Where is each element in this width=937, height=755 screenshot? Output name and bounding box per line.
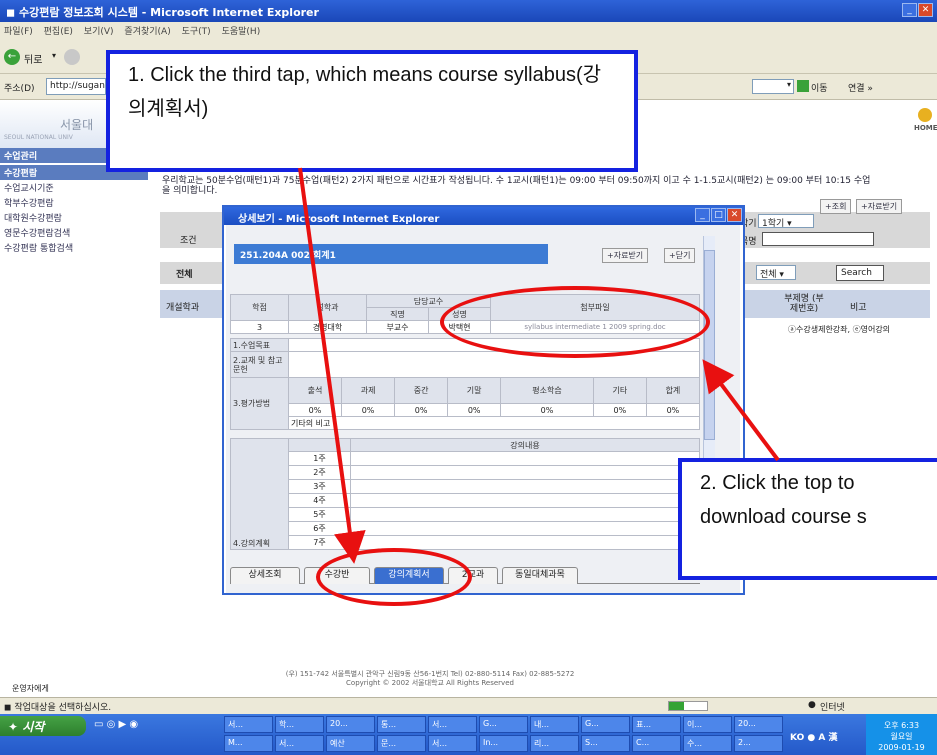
arrow-to-attachment: [702, 359, 780, 462]
arrow-to-syllabus-tab: [298, 167, 366, 564]
annotation-arrows: [298, 167, 780, 564]
